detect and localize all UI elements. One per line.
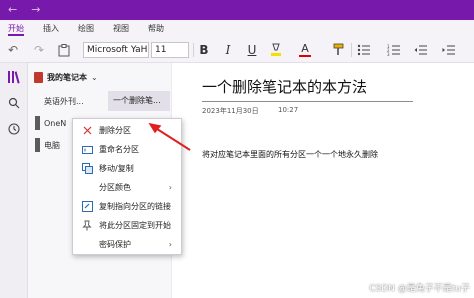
page-title[interactable]: 一个删除笔记本的本方法 <box>202 76 367 97</box>
ribbon-tabs: 开始 插入 绘图 视图 帮助 <box>0 20 474 37</box>
link-icon <box>79 201 95 212</box>
undo-icon[interactable]: ↶ <box>6 41 20 59</box>
menu-item-label: 复制指向分区的链接 <box>99 202 171 211</box>
navigation-rail <box>0 63 28 298</box>
section-item[interactable]: 英语外刊... <box>35 91 99 111</box>
section-context-menu: 删除分区 重命名分区 移动/复制 分区颜色 › 复制指向分区的链接 将此分区固定… <box>72 118 182 255</box>
italic-button[interactable]: I <box>221 41 235 59</box>
toolbar: ↶ ↷ Microsoft YaH 11 B I U A 123 <box>0 37 474 63</box>
chevron-down-icon[interactable]: ⌄ <box>91 73 98 82</box>
rename-icon <box>79 145 95 155</box>
menu-item-label: 重命名分区 <box>99 145 139 154</box>
bullet-list-icon[interactable] <box>355 41 373 59</box>
decrease-indent-icon[interactable] <box>412 41 430 59</box>
section-color-tab <box>35 94 40 108</box>
pin-icon <box>79 220 95 231</box>
toolbar-divider <box>351 43 352 57</box>
font-color-swatch <box>299 55 311 57</box>
delete-x-icon <box>79 126 95 135</box>
title-underline <box>202 101 413 102</box>
chevron-right-icon: › <box>168 240 172 249</box>
page-canvas[interactable]: 一个删除笔记本的本方法 2023年11月30日 10:27 将对应笔记本里面的所… <box>173 63 474 298</box>
format-painter-icon[interactable] <box>330 41 346 59</box>
menu-item-label: 密码保护 <box>99 240 131 249</box>
section-color-tab <box>35 138 40 152</box>
note-body-text[interactable]: 将对应笔记本里面的所有分区一个一个地永久删除 <box>202 149 378 160</box>
watermark: CSDN @是兔子不是tu子 <box>369 284 470 294</box>
svg-text:3: 3 <box>387 52 390 56</box>
toolbar-divider <box>193 43 194 57</box>
recent-clock-icon[interactable] <box>0 119 28 139</box>
back-arrow-icon[interactable]: ← <box>8 0 17 20</box>
menu-item-password-protect[interactable]: 密码保护 › <box>73 235 181 254</box>
font-color-label: A <box>301 42 309 55</box>
menu-item-label: 将此分区固定到开始 <box>99 221 171 230</box>
section-color-tab <box>35 116 40 130</box>
menu-item-label: 移动/复制 <box>99 164 134 173</box>
section-label: 电脑 <box>44 140 60 150</box>
page-item[interactable]: 一个删除笔... <box>108 91 170 111</box>
menu-item-copy-link[interactable]: 复制指向分区的链接 <box>73 197 181 216</box>
bold-button[interactable]: B <box>197 41 211 59</box>
forward-arrow-icon[interactable]: → <box>31 0 40 20</box>
notebooks-icon[interactable] <box>0 67 28 87</box>
highlight-icon[interactable] <box>268 41 284 59</box>
numbered-list-icon[interactable]: 123 <box>385 41 403 59</box>
tab-home[interactable]: 开始 <box>8 20 24 37</box>
menu-item-section-color[interactable]: 分区颜色 › <box>73 178 181 197</box>
menu-item-move-copy[interactable]: 移动/复制 <box>73 159 181 178</box>
section-label: OneN <box>44 118 67 128</box>
paste-icon[interactable] <box>56 41 72 59</box>
menu-item-delete-section[interactable]: 删除分区 <box>73 121 181 140</box>
tab-help[interactable]: 帮助 <box>148 20 164 37</box>
menu-item-label: 分区颜色 <box>99 183 131 192</box>
redo-icon[interactable]: ↷ <box>32 41 46 59</box>
underline-button[interactable]: U <box>245 41 259 59</box>
menu-item-rename-section[interactable]: 重命名分区 <box>73 140 181 159</box>
title-bar: ← → <box>0 0 474 20</box>
font-name-input[interactable]: Microsoft YaH <box>83 42 149 58</box>
move-copy-icon <box>79 163 95 174</box>
notebook-name: 我的笔记本 <box>47 72 87 82</box>
section-label: 英语外刊... <box>44 96 84 106</box>
page-date: 2023年11月30日 <box>202 107 259 115</box>
tab-draw[interactable]: 绘图 <box>78 20 94 37</box>
tab-insert[interactable]: 插入 <box>43 20 59 37</box>
chevron-right-icon: › <box>168 183 172 192</box>
search-icon[interactable] <box>0 93 28 113</box>
notebook-icon <box>34 71 43 83</box>
font-color-button[interactable]: A <box>298 41 312 59</box>
tab-view[interactable]: 视图 <box>113 20 129 37</box>
font-size-input[interactable]: 11 <box>151 42 189 58</box>
menu-item-pin-to-start[interactable]: 将此分区固定到开始 <box>73 216 181 235</box>
page-time: 10:27 <box>278 106 299 114</box>
menu-item-label: 删除分区 <box>99 126 131 135</box>
increase-indent-icon[interactable] <box>440 41 458 59</box>
